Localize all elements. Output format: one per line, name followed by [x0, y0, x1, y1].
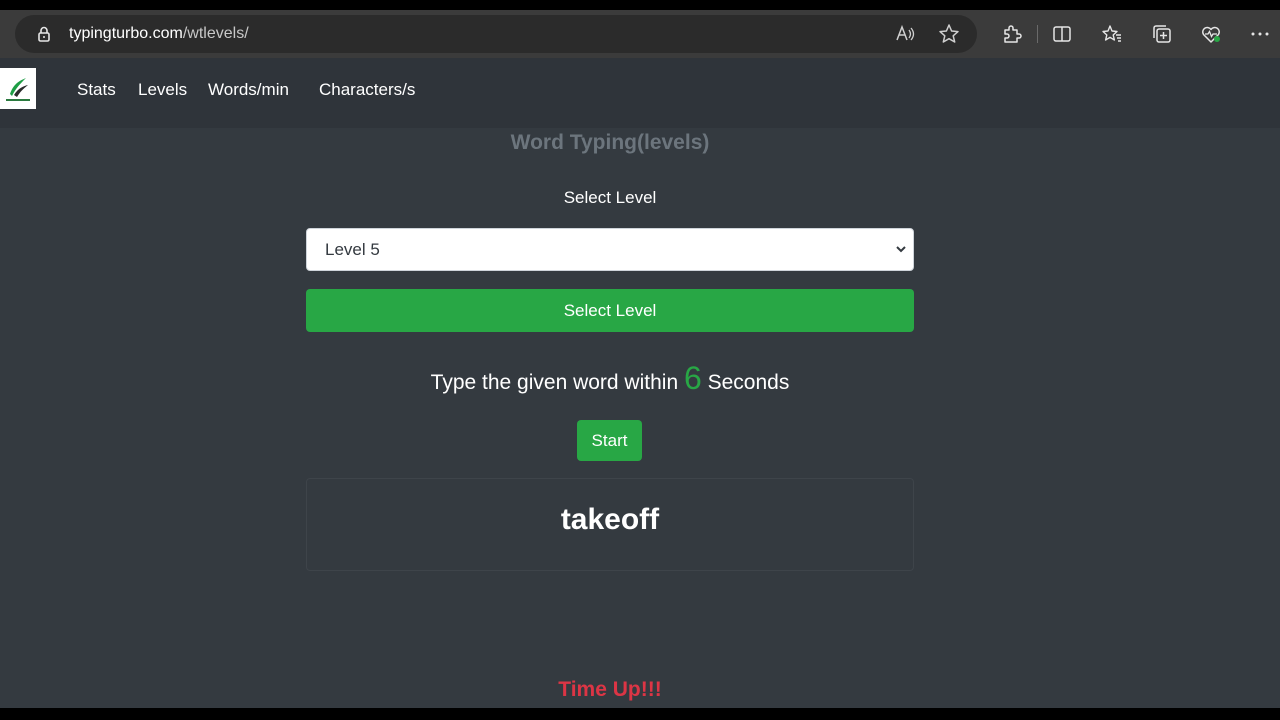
- nav-link-stats[interactable]: Stats: [77, 79, 116, 101]
- status-message: Time Up!!!: [558, 678, 662, 701]
- screen-top-border: [0, 0, 1280, 10]
- favorite-star-icon[interactable]: [938, 23, 960, 45]
- collections-icon[interactable]: [1151, 23, 1173, 45]
- target-word: takeoff: [560, 503, 660, 536]
- address-bar[interactable]: typingturbo.com/wtlevels/: [15, 15, 977, 53]
- word-display-box: takeoff: [306, 478, 914, 571]
- web-page: Stats Levels Words/min Characters/s Word…: [0, 58, 1280, 708]
- url-path: /wtlevels/: [182, 25, 249, 42]
- nav-link-levels[interactable]: Levels: [138, 79, 187, 101]
- level-dropdown-value: Level 5: [325, 239, 380, 259]
- nav-link-characters-per-sec[interactable]: Characters/s: [319, 79, 415, 101]
- read-aloud-icon[interactable]: [894, 23, 916, 45]
- more-menu-icon[interactable]: [1249, 23, 1271, 45]
- start-button[interactable]: Start: [577, 420, 642, 461]
- seconds-value: 6: [683, 360, 702, 396]
- nav-link-words-per-min[interactable]: Words/min: [208, 79, 289, 101]
- browser-toolbar: typingturbo.com/wtlevels/: [0, 10, 1280, 58]
- select-level-button[interactable]: Select Level: [306, 289, 914, 332]
- extensions-icon[interactable]: [1001, 23, 1023, 45]
- chevron-down-icon: [896, 246, 906, 253]
- url-host: typingturbo.com: [69, 25, 183, 42]
- page-title: Word Typing(levels): [510, 131, 710, 154]
- lock-icon[interactable]: [35, 25, 53, 43]
- instruction-suffix: Seconds: [707, 371, 790, 394]
- site-logo[interactable]: [0, 68, 36, 109]
- select-level-label: Select Level: [563, 188, 657, 207]
- site-navbar: Stats Levels Words/min Characters/s: [0, 58, 1280, 128]
- favorites-icon[interactable]: [1101, 23, 1123, 45]
- toolbar-separator: [1037, 25, 1038, 43]
- split-screen-icon[interactable]: [1051, 23, 1073, 45]
- screen-bottom-border: [0, 708, 1280, 720]
- level-dropdown[interactable]: Level 5: [306, 228, 914, 271]
- instruction-prefix: Type the given word within: [430, 371, 679, 394]
- instruction-text: Type the given word within 6 Seconds: [0, 361, 1220, 400]
- url-text[interactable]: typingturbo.com/wtlevels/: [69, 24, 249, 44]
- browser-essentials-icon[interactable]: [1200, 23, 1222, 45]
- typing-turbo-logo-icon: [6, 78, 30, 101]
